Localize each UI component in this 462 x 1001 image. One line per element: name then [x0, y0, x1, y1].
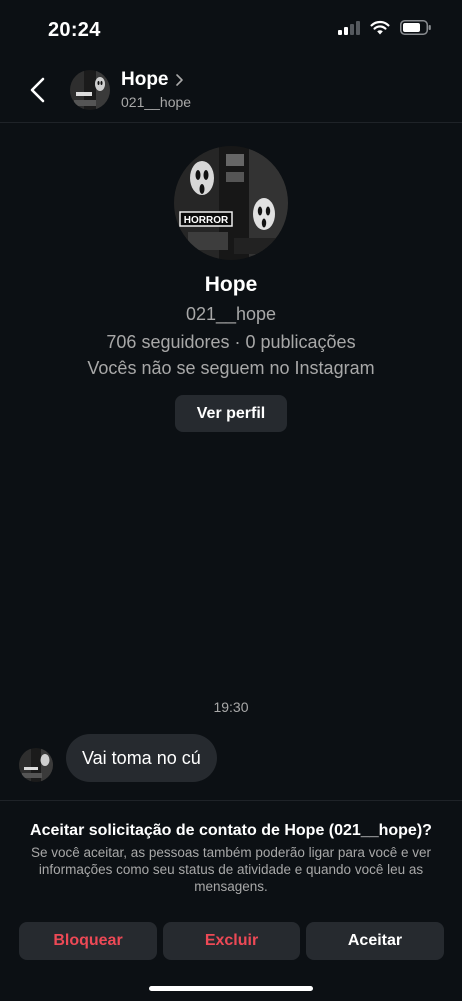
profile-username: 021__hope	[185, 304, 277, 324]
message-text: Vai toma no cú	[82, 747, 201, 768]
chevron-right-icon	[175, 74, 183, 86]
accept-button[interactable]: Aceitar	[306, 922, 444, 960]
contact-request-panel: Aceitar solicitação de contato de Hope (…	[0, 800, 462, 1001]
cellular-signal-icon	[338, 20, 360, 35]
delete-button[interactable]: Excluir	[163, 922, 300, 960]
header-name: Hope	[121, 69, 169, 90]
block-button[interactable]: Bloquear	[19, 922, 157, 960]
follow-status: Vocês não se seguem no Instagram	[87, 358, 375, 378]
chat-header: Hope 021__hope	[0, 60, 462, 123]
view-profile-button[interactable]: Ver perfil	[175, 395, 287, 432]
status-icons	[338, 20, 432, 35]
profile-name: Hope	[204, 273, 258, 296]
header-username: 021__hope	[121, 94, 192, 110]
status-time: 20:24	[48, 19, 101, 41]
avatar-horror-text: HORROR	[184, 215, 229, 226]
back-arrow-icon[interactable]	[26, 75, 52, 105]
header-avatar[interactable]	[70, 70, 110, 110]
request-description: Se você aceitar, as pessoas também poder…	[31, 845, 431, 894]
message-timestamp: 19:30	[213, 699, 249, 715]
status-bar: 20:24	[0, 0, 462, 60]
profile-avatar[interactable]: HORROR	[174, 146, 288, 260]
battery-icon	[400, 20, 431, 35]
message-avatar	[19, 748, 53, 782]
wifi-icon	[370, 20, 390, 35]
home-indicator	[149, 986, 313, 991]
profile-stats: 706 seguidores · 0 publicações	[106, 332, 356, 352]
header-name-link[interactable]: Hope	[121, 69, 184, 91]
request-title: Aceitar solicitação de contato de Hope (…	[30, 822, 432, 839]
message-bubble[interactable]: Vai toma no cú	[66, 734, 217, 782]
